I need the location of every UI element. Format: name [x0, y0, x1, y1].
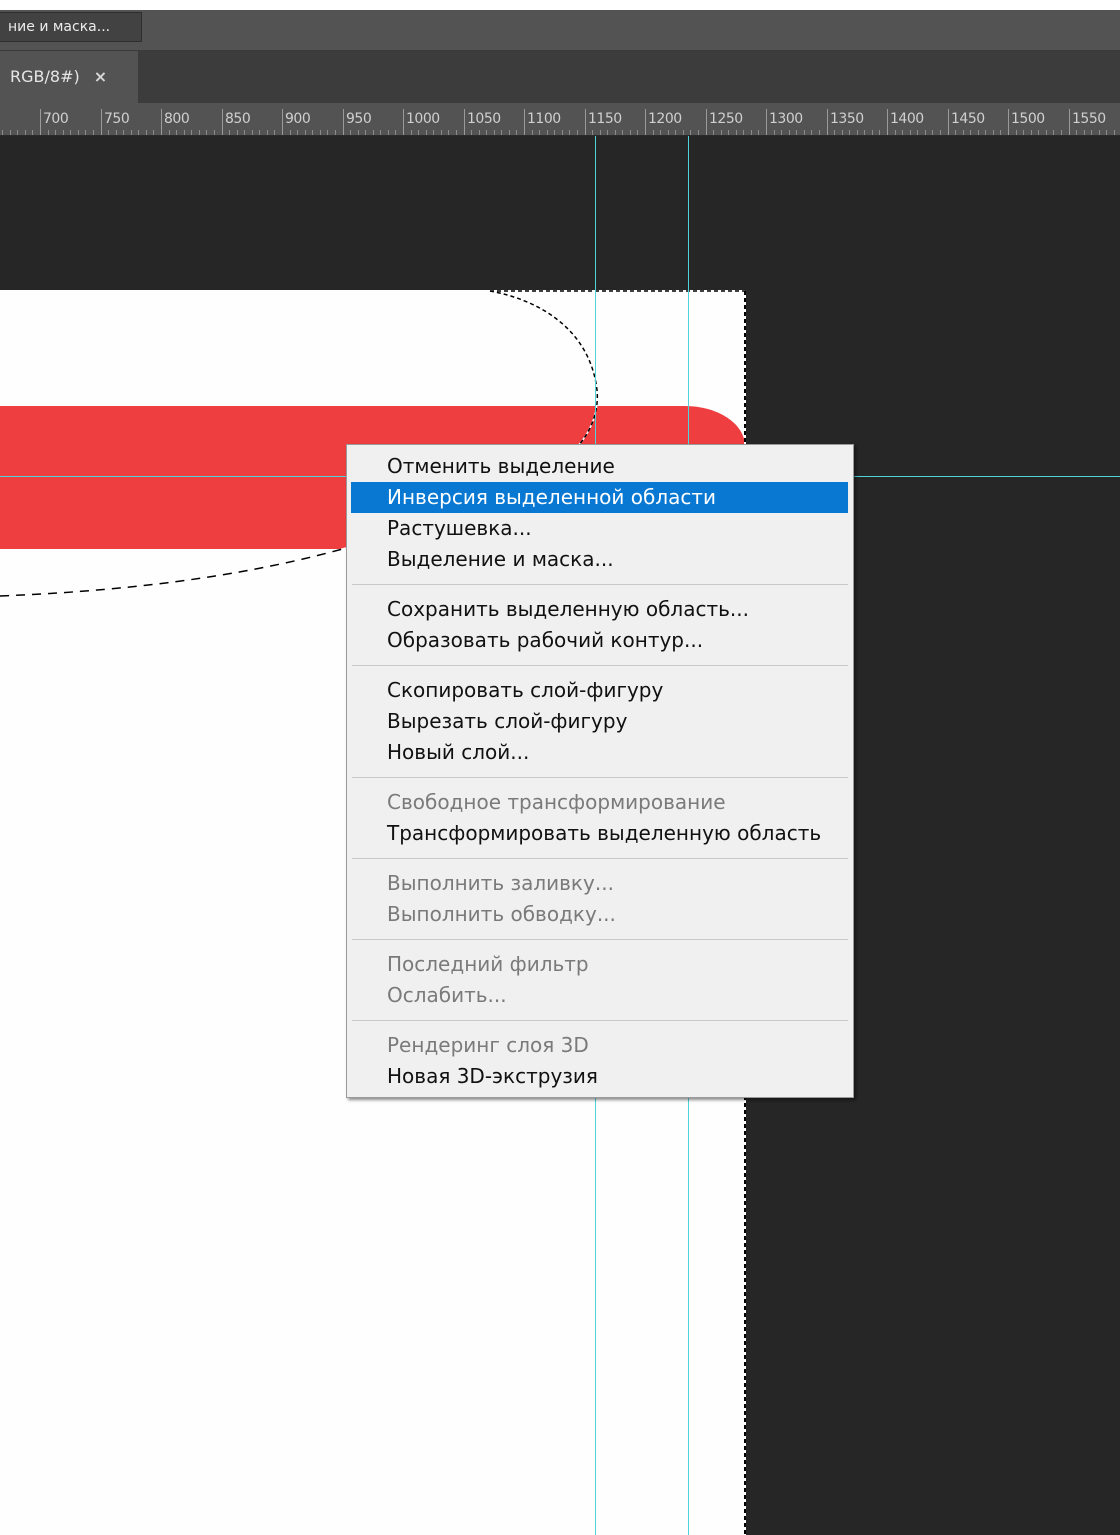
menu-item[interactable]: Отменить выделение	[351, 451, 848, 482]
menu-item[interactable]: Инверсия выделенной области	[351, 482, 848, 513]
menu-separator	[352, 665, 848, 666]
menu-separator	[352, 939, 848, 940]
menu-separator	[352, 584, 848, 585]
menu-item[interactable]: Растушевка...	[351, 513, 848, 544]
menu-item: Ослабить...	[387, 983, 507, 1007]
selection-marquee-arc	[489, 290, 599, 447]
menu-item: Свободное трансформирование	[387, 790, 726, 814]
photoshop-window: ние и маска... RGB/8#) × 700 750 800 850 900 9…	[0, 0, 1120, 1535]
selection-marquee-arc-dash	[489, 290, 599, 447]
menu-item[interactable]: Скопировать слой-фигуру	[351, 675, 848, 706]
menu-item: Рендеринг слоя 3D	[387, 1033, 589, 1057]
selection-marquee-path	[0, 547, 347, 597]
menu-separator	[352, 777, 848, 778]
menu-item: Выполнить заливку...	[387, 871, 614, 895]
context-menu: Отменить выделение Инверсия выделенной об…	[346, 444, 854, 1098]
menu-item[interactable]: Выделение и маска...	[351, 544, 848, 575]
menu-item[interactable]: Образовать рабочий контур...	[351, 625, 848, 656]
menu-separator	[352, 1020, 848, 1021]
menu-item[interactable]: Вырезать слой-фигуру	[351, 706, 848, 737]
menu-item[interactable]: Трансформировать выделенную область	[351, 818, 848, 849]
menu-item[interactable]: Новый слой...	[351, 737, 848, 768]
menu-item[interactable]: Сохранить выделенную область...	[351, 594, 848, 625]
selection-marquee-path-dash	[0, 547, 347, 597]
menu-item: Выполнить обводку...	[387, 902, 616, 926]
menu-item: Последний фильтр	[387, 952, 589, 976]
menu-separator	[352, 858, 848, 859]
menu-item[interactable]: Новая 3D-экструзия	[351, 1061, 848, 1092]
